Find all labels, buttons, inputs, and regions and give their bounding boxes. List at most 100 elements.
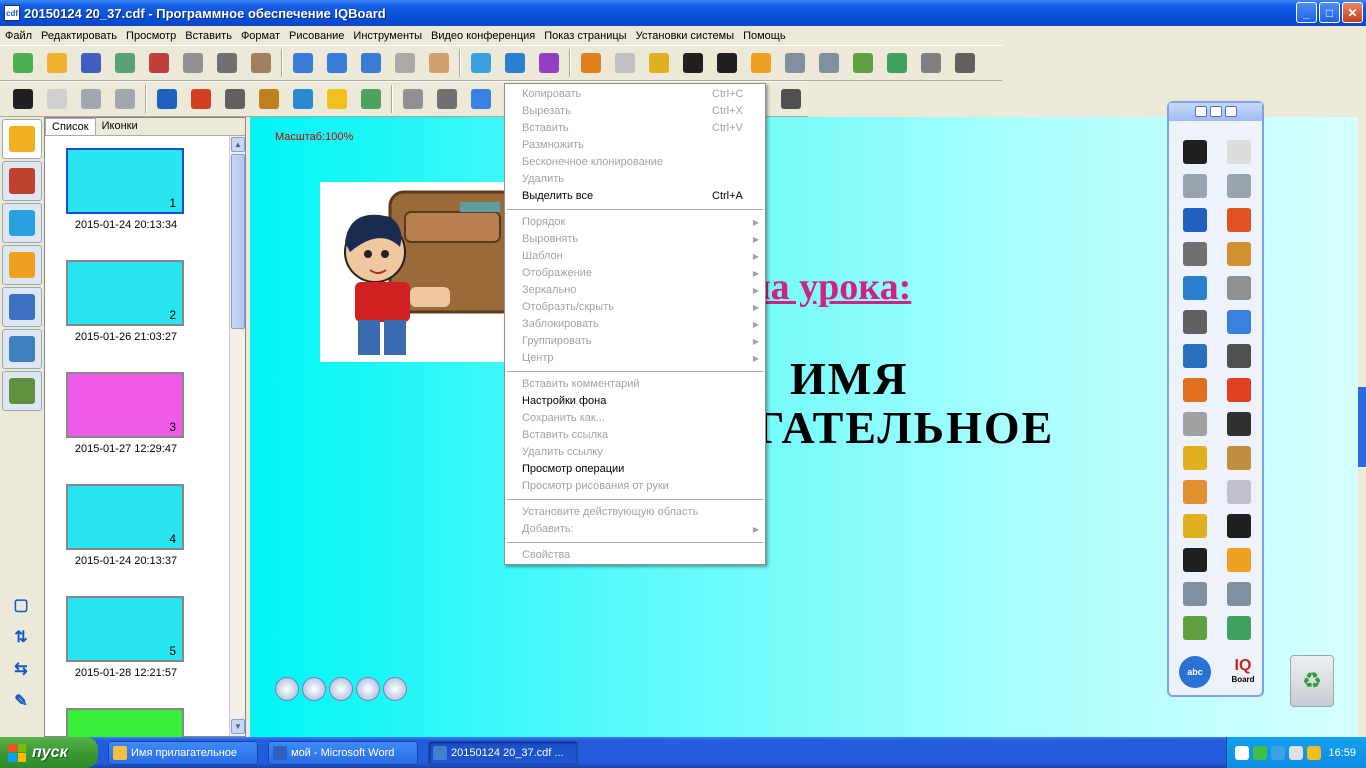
copy-button[interactable]	[177, 48, 209, 78]
play-icon[interactable]	[275, 677, 299, 701]
slide-preview[interactable]: 4	[66, 484, 184, 550]
video-camera-button[interactable]	[1178, 577, 1212, 611]
slide-thumbnail[interactable]: 5 2015-01-28 12:21:57	[66, 596, 184, 679]
context-menu-item[interactable]: Центр ▶	[505, 350, 765, 367]
pentagon-button[interactable]	[1222, 305, 1256, 339]
table-button[interactable]	[1178, 407, 1212, 441]
slide-thumbnail[interactable]: 1 2015-01-24 20:13:34	[66, 148, 184, 231]
save-as-button[interactable]	[109, 48, 141, 78]
recycle-bin-icon[interactable]: ♻	[1290, 655, 1334, 707]
context-menu-item[interactable]: Удалить ссылку	[505, 444, 765, 461]
slide-preview[interactable]	[66, 708, 184, 738]
scroll-thumb[interactable]	[231, 154, 245, 329]
comment-button[interactable]	[1222, 509, 1256, 543]
redo-button[interactable]	[109, 84, 141, 114]
frame-icon[interactable]: ▢	[10, 595, 32, 615]
context-menu-item[interactable]: Отображение ▶	[505, 265, 765, 282]
backpack-button[interactable]	[847, 48, 879, 78]
select-arrow-button[interactable]	[7, 84, 39, 114]
hand-button[interactable]	[423, 48, 455, 78]
line-button[interactable]	[1178, 305, 1212, 339]
bar-chart-button[interactable]	[1222, 373, 1256, 407]
context-menu-item[interactable]: Вставить Ctrl+V	[505, 120, 765, 137]
screen-button[interactable]	[711, 48, 743, 78]
texture-pen-button[interactable]	[1178, 271, 1212, 305]
pen-button[interactable]	[151, 84, 183, 114]
undo-button[interactable]	[1178, 169, 1212, 203]
context-menu-item[interactable]: Удалить	[505, 171, 765, 188]
fill-button[interactable]	[1178, 441, 1212, 475]
eraser-button[interactable]	[1222, 271, 1256, 305]
save-button[interactable]	[75, 48, 107, 78]
new-page-button[interactable]	[7, 48, 39, 78]
texture-pen-button[interactable]	[287, 84, 319, 114]
minimize-button[interactable]: _	[1296, 2, 1317, 23]
delete-page-button[interactable]	[143, 48, 175, 78]
tab-icons[interactable]: Иконки	[96, 118, 144, 135]
zoom-out-button[interactable]	[321, 48, 353, 78]
slide-preview[interactable]: 1	[66, 148, 184, 214]
video-camera-button[interactable]	[813, 48, 845, 78]
dual-pen-button[interactable]	[533, 48, 565, 78]
pie-chart-button[interactable]	[1178, 373, 1212, 407]
right-edge-thumb[interactable]	[1358, 387, 1366, 467]
context-menu-item[interactable]: Зеркально ▶	[505, 282, 765, 299]
red-pen-button[interactable]	[1222, 203, 1256, 237]
menu-item-9[interactable]: Установки системы	[633, 30, 737, 42]
zoom-button[interactable]	[355, 48, 387, 78]
warning-icon[interactable]	[1307, 745, 1321, 760]
context-menu-item[interactable]: Шаблон ▶	[505, 248, 765, 265]
menu-item-8[interactable]: Показ страницы	[541, 30, 629, 42]
line-button[interactable]	[431, 84, 463, 114]
previous-icon[interactable]	[356, 677, 380, 701]
camera-button[interactable]	[779, 48, 811, 78]
context-menu-item[interactable]: Бесконечное клонирование	[505, 154, 765, 171]
left-tab-notes[interactable]	[2, 371, 42, 411]
context-menu-item[interactable]: Заблокировать ▶	[505, 316, 765, 333]
redo-button[interactable]	[1222, 169, 1256, 203]
record-button[interactable]	[915, 48, 947, 78]
palette-close-icon[interactable]	[1224, 106, 1237, 117]
context-menu-item[interactable]: Вырезать Ctrl+X	[505, 103, 765, 120]
swap-horizontal-icon[interactable]: ⇆	[10, 659, 32, 679]
mouse-button[interactable]	[1222, 135, 1256, 169]
context-menu-item[interactable]: Копировать Ctrl+C	[505, 86, 765, 103]
cut-button[interactable]	[211, 48, 243, 78]
slide-preview[interactable]: 2	[66, 260, 184, 326]
context-menu-item[interactable]: Вставить ссылка	[505, 427, 765, 444]
slide-thumbnail[interactable]: 4 2015-01-24 20:13:37	[66, 484, 184, 567]
fullscreen-button[interactable]	[499, 48, 531, 78]
red-pen-button[interactable]	[185, 84, 217, 114]
mouse-button[interactable]	[41, 84, 73, 114]
scroll-up-icon[interactable]: ▲	[231, 137, 245, 152]
right-edge-scroll[interactable]	[1358, 117, 1366, 737]
taskbar-item[interactable]: Имя прилагательное	[108, 740, 258, 765]
taskbar-item[interactable]: 20150124 20_37.cdf ...	[428, 740, 578, 765]
highlighter-button[interactable]	[253, 84, 285, 114]
context-menu-item[interactable]: Установите действующую область	[505, 504, 765, 521]
slide-thumbnail[interactable]: 3 2015-01-27 12:29:47	[66, 372, 184, 455]
context-menu-item[interactable]: Размножить	[505, 137, 765, 154]
network-icon[interactable]	[1253, 745, 1267, 760]
context-menu-item[interactable]: Порядок ▶	[505, 214, 765, 231]
camera-button[interactable]	[1222, 577, 1256, 611]
spotlight-button[interactable]	[609, 48, 641, 78]
slide-preview[interactable]: 5	[66, 596, 184, 662]
slide-scrollbar[interactable]: ▲ ▼	[229, 136, 245, 736]
menu-item-4[interactable]: Формат	[238, 30, 283, 42]
text-button[interactable]	[1222, 407, 1256, 441]
context-menu-item[interactable]: Просмотр операции	[505, 461, 765, 478]
eraser-cart-button[interactable]	[881, 48, 913, 78]
eraser-button[interactable]	[397, 84, 429, 114]
triangle-button[interactable]	[1222, 339, 1256, 373]
context-menu-item[interactable]: Вставить комментарий	[505, 376, 765, 393]
context-menu-item[interactable]: Сохранить как...	[505, 410, 765, 427]
menu-item-6[interactable]: Инструменты	[350, 30, 425, 42]
back-arrow-button[interactable]	[745, 48, 777, 78]
scroll-down-icon[interactable]: ▼	[231, 719, 245, 734]
format-button[interactable]	[775, 84, 807, 114]
undo-button[interactable]	[75, 84, 107, 114]
magic-pen-button[interactable]	[355, 84, 387, 114]
pin-icon[interactable]: ✎	[10, 691, 32, 711]
menu-item-1[interactable]: Редактировать	[38, 30, 120, 42]
